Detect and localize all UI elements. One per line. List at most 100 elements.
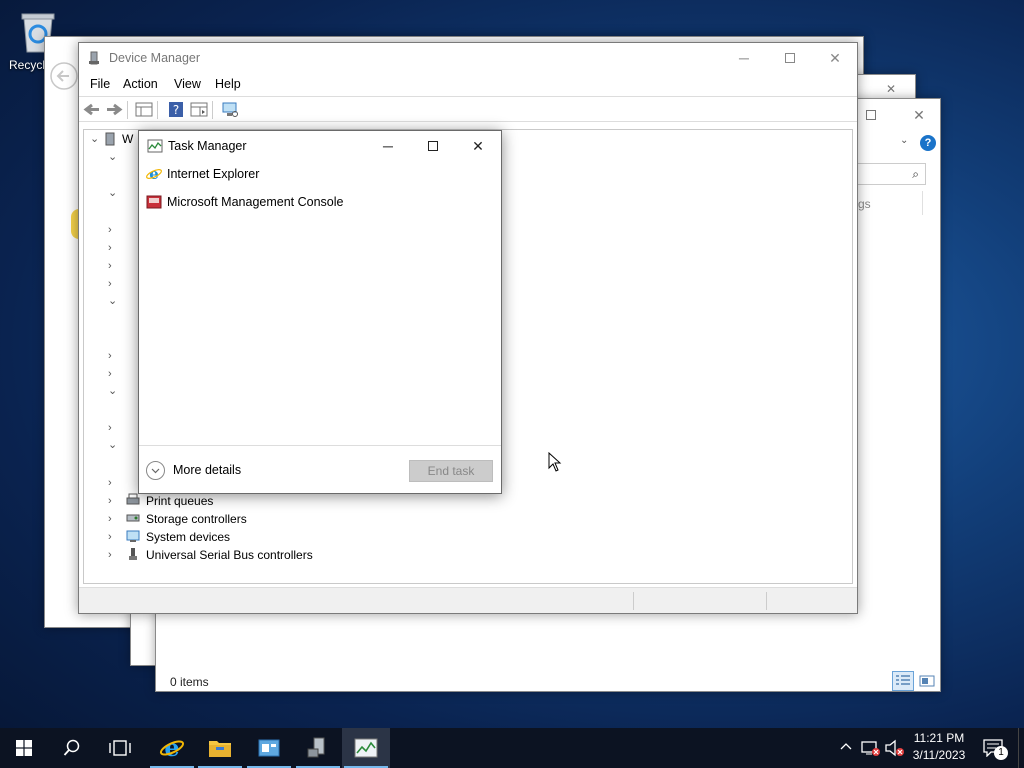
- chevron-down-icon[interactable]: ⌄: [108, 152, 118, 163]
- search-button[interactable]: [48, 728, 96, 768]
- details-view-icon: [896, 675, 910, 685]
- chevron-down-icon[interactable]: ⌄: [108, 188, 118, 199]
- chevron-down-icon[interactable]: ⌄: [108, 440, 118, 451]
- minimize-button[interactable]: ─: [721, 43, 767, 73]
- show-desktop-button[interactable]: [1018, 728, 1024, 768]
- svg-text:e: e: [149, 166, 159, 182]
- menu-file[interactable]: File: [90, 77, 110, 91]
- chevron-down-icon[interactable]: ⌄: [90, 134, 100, 145]
- taskbar-device-manager[interactable]: [294, 728, 342, 768]
- taskbar-internet-explorer[interactable]: e: [148, 728, 196, 768]
- maximize-button[interactable]: [767, 43, 813, 73]
- chevron-right-icon[interactable]: ›: [108, 478, 118, 489]
- svg-text:?: ?: [173, 103, 179, 117]
- tree-item-system-devices[interactable]: System devices: [126, 528, 326, 546]
- search-icon: ⌕: [912, 167, 919, 181]
- show-hidden-icons-button[interactable]: [838, 740, 854, 756]
- large-icons-view-button[interactable]: [916, 671, 938, 691]
- taskbar-file-explorer[interactable]: [196, 728, 244, 768]
- scan-hardware-icon[interactable]: [221, 101, 239, 118]
- device-manager-titlebar[interactable]: Device Manager ─ ✕: [79, 43, 857, 74]
- details-view-button[interactable]: [892, 671, 914, 691]
- help-book-icon[interactable]: ?: [167, 101, 185, 118]
- taskbar: e 11:21 PM 3/11/2023 1: [0, 728, 1024, 768]
- chevron-right-icon[interactable]: ›: [108, 550, 118, 561]
- more-details-button[interactable]: More details: [146, 461, 256, 481]
- chevron-right-icon[interactable]: ›: [108, 496, 118, 507]
- chevron-right-icon[interactable]: ›: [108, 423, 118, 434]
- app-row-mmc[interactable]: Microsoft Management Console: [139, 191, 501, 215]
- maximize-button[interactable]: [410, 131, 456, 161]
- minimize-icon: ─: [739, 50, 749, 66]
- status-divider: [766, 592, 767, 610]
- svg-text:e: e: [164, 735, 179, 761]
- tree-item-print-queues[interactable]: Print queues: [126, 492, 326, 510]
- chevron-right-icon[interactable]: ›: [108, 279, 118, 290]
- end-task-button[interactable]: End task: [409, 460, 493, 482]
- storage-controller-icon: [126, 514, 140, 522]
- back-arrow-button[interactable]: [45, 61, 81, 90]
- action-center-button[interactable]: 1: [980, 736, 1008, 760]
- chevron-right-icon[interactable]: ›: [108, 243, 118, 254]
- chevron-right-icon[interactable]: ›: [108, 369, 118, 380]
- device-manager-app-icon: [89, 51, 99, 65]
- task-manager-title: Task Manager: [168, 139, 247, 153]
- task-manager-window[interactable]: Task Manager ─ ✕ e Internet Explorer Mic…: [138, 130, 502, 494]
- menu-view[interactable]: View: [174, 77, 201, 91]
- back-arrow-icon[interactable]: [83, 101, 101, 118]
- tree-item-usb-controllers[interactable]: Universal Serial Bus controllers: [126, 546, 346, 564]
- action-pane-icon[interactable]: [190, 101, 208, 118]
- volume-muted-icon: [885, 739, 904, 757]
- maximize-icon: [785, 53, 795, 63]
- close-button[interactable]: ✕: [812, 43, 858, 73]
- chevron-right-icon[interactable]: ›: [108, 351, 118, 362]
- task-view-button[interactable]: [96, 728, 144, 768]
- status-item-count: 0 items: [170, 675, 209, 689]
- app-row-internet-explorer[interactable]: e Internet Explorer: [139, 163, 501, 187]
- task-manager-footer: More details End task: [139, 445, 501, 493]
- toolbar-separator: [212, 101, 213, 119]
- properties-grid-icon[interactable]: [135, 101, 153, 118]
- status-divider: [633, 592, 634, 610]
- chevron-down-icon[interactable]: ⌄: [900, 135, 912, 147]
- close-button[interactable]: ✕: [455, 131, 501, 161]
- tree-root-label[interactable]: W: [122, 132, 133, 146]
- chevron-down-icon[interactable]: ⌄: [108, 386, 118, 397]
- usb-icon: [129, 548, 137, 560]
- chevron-right-icon[interactable]: ›: [108, 514, 118, 525]
- windows-logo-icon: [16, 740, 32, 756]
- start-button[interactable]: [0, 728, 48, 768]
- tree-item-storage-controllers[interactable]: Storage controllers: [126, 510, 326, 528]
- more-details-label: More details: [173, 463, 242, 477]
- column-divider: [922, 191, 923, 215]
- minimize-icon: ─: [383, 138, 393, 154]
- chevron-down-icon[interactable]: ⌄: [108, 296, 118, 307]
- clock-date: 3/11/2023: [912, 748, 966, 762]
- maximize-icon: [428, 141, 438, 151]
- taskbar-server-manager[interactable]: [245, 728, 293, 768]
- management-console-icon: [146, 195, 162, 209]
- tree-item-label: System devices: [146, 530, 231, 544]
- menu-help[interactable]: Help: [215, 77, 241, 91]
- minimize-button[interactable]: ─: [365, 131, 411, 161]
- system-devices-icon: [126, 530, 140, 542]
- task-manager-titlebar[interactable]: Task Manager ─ ✕: [139, 131, 501, 161]
- clock[interactable]: 11:21 PM 3/11/2023: [904, 731, 974, 762]
- help-icon[interactable]: ?: [920, 135, 936, 151]
- chevron-right-icon[interactable]: ›: [108, 261, 118, 272]
- taskbar-task-manager[interactable]: [342, 728, 390, 768]
- close-icon[interactable]: ✕: [902, 103, 936, 127]
- network-disconnected-icon: [861, 741, 880, 756]
- network-status-button[interactable]: [860, 738, 882, 758]
- app-name: Internet Explorer: [167, 167, 260, 181]
- menu-bar: File Action View Help: [79, 74, 857, 96]
- volume-button[interactable]: [884, 738, 906, 758]
- search-input[interactable]: ⌕: [856, 163, 926, 185]
- chevron-right-icon[interactable]: ›: [108, 225, 118, 236]
- forward-arrow-icon[interactable]: [105, 101, 123, 118]
- chevron-right-icon[interactable]: ›: [108, 532, 118, 543]
- chevron-up-icon: [840, 743, 852, 750]
- menu-action[interactable]: Action: [123, 77, 158, 91]
- device-manager-icon: [307, 737, 325, 758]
- maximize-button[interactable]: [856, 103, 886, 127]
